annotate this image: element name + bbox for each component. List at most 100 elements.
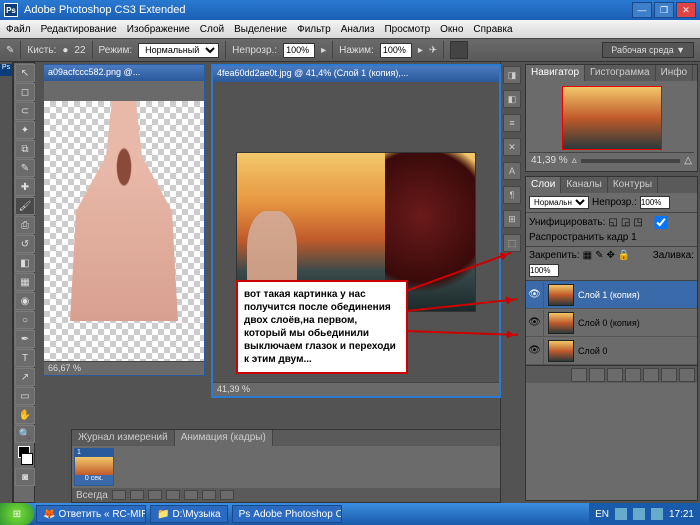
menu-file[interactable]: Файл: [6, 24, 31, 35]
close-button[interactable]: ✕: [676, 2, 696, 18]
menu-edit[interactable]: Редактирование: [41, 24, 117, 35]
flow-input[interactable]: [380, 43, 412, 58]
visibility-icon[interactable]: 👁: [526, 310, 544, 336]
dock-icon-2[interactable]: ◧: [503, 90, 521, 108]
zoom-out-icon[interactable]: ▵: [572, 155, 577, 166]
lock-trans-icon[interactable]: ▦: [583, 250, 592, 261]
tab-measurement-log[interactable]: Журнал измерений: [72, 430, 175, 446]
history-brush-tool[interactable]: ↺: [15, 235, 35, 253]
dock-icon-1[interactable]: ◨: [503, 66, 521, 84]
doc1-title[interactable]: a09acfccc582.png @...: [44, 65, 204, 81]
crop-tool[interactable]: ⧉: [15, 140, 35, 158]
shape-tool[interactable]: ▭: [15, 387, 35, 405]
menu-help[interactable]: Справка: [473, 24, 512, 35]
menu-view[interactable]: Просмотр: [384, 24, 430, 35]
lasso-tool[interactable]: ⊂: [15, 102, 35, 120]
document-window-1[interactable]: a09acfccc582.png @... 66,67 %: [43, 64, 205, 376]
tween-button[interactable]: [184, 490, 198, 500]
doc2-title[interactable]: 4fea60dd2ae0t.jpg @ 41,4% (Слой 1 (копия…: [213, 66, 499, 82]
layer-name[interactable]: Слой 0: [578, 346, 607, 356]
frame-delay[interactable]: 0 сек.: [75, 475, 113, 485]
brush-tool[interactable]: 🖌: [15, 197, 35, 215]
tray-icon[interactable]: [615, 508, 627, 520]
layer-blend-select[interactable]: Нормальный: [529, 196, 589, 209]
layer-mask-button[interactable]: [607, 368, 623, 382]
background-color[interactable]: [21, 453, 33, 465]
layer-group-button[interactable]: [643, 368, 659, 382]
blur-tool[interactable]: ◉: [15, 292, 35, 310]
dock-icon-5[interactable]: A: [503, 162, 521, 180]
lang-indicator[interactable]: EN: [595, 509, 609, 520]
layer-name[interactable]: Слой 0 (копия): [578, 318, 640, 328]
healing-tool[interactable]: ✚: [15, 178, 35, 196]
layer-name[interactable]: Слой 1 (копия): [578, 290, 640, 300]
new-frame-button[interactable]: [202, 490, 216, 500]
menu-window[interactable]: Окно: [440, 24, 463, 35]
tray-icon[interactable]: [633, 508, 645, 520]
zoom-slider[interactable]: [581, 159, 681, 163]
zoom-tool[interactable]: 🔍: [15, 425, 35, 443]
tab-info[interactable]: Инфо: [656, 65, 694, 81]
unify-icon-2[interactable]: ◲: [621, 217, 630, 228]
menu-image[interactable]: Изображение: [127, 24, 190, 35]
animation-frame[interactable]: 1 0 сек.: [74, 448, 114, 486]
dock-icon-7[interactable]: ⊞: [503, 210, 521, 228]
clock[interactable]: 17:21: [669, 509, 694, 520]
link-layers-button[interactable]: [571, 368, 587, 382]
marquee-tool[interactable]: ◻: [15, 83, 35, 101]
path-tool[interactable]: ↗: [15, 368, 35, 386]
tray-icon[interactable]: [651, 508, 663, 520]
quickmask-toggle[interactable]: ◙: [15, 468, 35, 486]
layer-row[interactable]: 👁 Слой 1 (копия): [526, 281, 697, 309]
taskbar-item[interactable]: PsAdobe Photoshop CS...: [232, 505, 342, 523]
stamp-tool[interactable]: ⎙: [15, 216, 35, 234]
unify-icon-3[interactable]: ◳: [633, 217, 642, 228]
taskbar-item[interactable]: 🦊Ответить « RC-MIR....: [36, 505, 146, 523]
layer-style-button[interactable]: [589, 368, 605, 382]
prev-frame-button[interactable]: [130, 490, 144, 500]
opacity-input[interactable]: [283, 43, 315, 58]
dock-icon-4[interactable]: ✕: [503, 138, 521, 156]
doc1-zoom[interactable]: 66,67 %: [44, 361, 204, 375]
brush-preview[interactable]: ●: [62, 45, 68, 56]
wand-tool[interactable]: ✦: [15, 121, 35, 139]
menu-analysis[interactable]: Анализ: [341, 24, 375, 35]
type-tool[interactable]: T: [15, 349, 35, 367]
dock-icon-6[interactable]: ¶: [503, 186, 521, 204]
flow-arrow-icon[interactable]: ▸: [418, 45, 423, 56]
tab-channels[interactable]: Каналы: [561, 177, 608, 193]
brush-tool-icon[interactable]: ✎: [6, 45, 14, 56]
menu-filter[interactable]: Фильтр: [297, 24, 331, 35]
tab-layers[interactable]: Слои: [526, 177, 561, 193]
opacity-arrow-icon[interactable]: ▸: [321, 45, 326, 56]
dock-icon-3[interactable]: ≡: [503, 114, 521, 132]
minimize-button[interactable]: —: [632, 2, 652, 18]
start-button[interactable]: ⊞: [0, 503, 34, 525]
propagate-checkbox[interactable]: [646, 216, 676, 229]
lock-pos-icon[interactable]: ✥: [607, 250, 615, 261]
delete-frame-button[interactable]: [220, 490, 234, 500]
doc2-zoom[interactable]: 41,39 %: [213, 382, 499, 396]
tab-paths[interactable]: Контуры: [608, 177, 658, 193]
lock-pixels-icon[interactable]: ✎: [595, 250, 603, 261]
visibility-icon[interactable]: 👁: [526, 338, 544, 364]
new-layer-button[interactable]: [661, 368, 677, 382]
layer-opacity-input[interactable]: [640, 196, 670, 209]
tab-animation[interactable]: Анимация (кадры): [175, 430, 273, 446]
tab-histogram[interactable]: Гистограмма: [585, 65, 656, 81]
layer-row[interactable]: 👁 Слой 0: [526, 337, 697, 365]
dodge-tool[interactable]: ○: [15, 311, 35, 329]
hand-tool[interactable]: ✋: [15, 406, 35, 424]
workspace-switcher[interactable]: Рабочая среда ▼: [602, 42, 694, 58]
adjustment-layer-button[interactable]: [625, 368, 641, 382]
eraser-tool[interactable]: ◧: [15, 254, 35, 272]
lock-all-icon[interactable]: 🔒: [618, 250, 630, 261]
loop-select[interactable]: Всегда: [76, 490, 108, 501]
layer-row[interactable]: 👁 Слой 0 (копия): [526, 309, 697, 337]
menu-select[interactable]: Выделение: [234, 24, 287, 35]
eyedropper-tool[interactable]: ✎: [15, 159, 35, 177]
menu-layer[interactable]: Слой: [200, 24, 224, 35]
zoom-in-icon[interactable]: △: [684, 155, 692, 166]
airbrush-icon[interactable]: ✈: [429, 45, 437, 56]
blend-mode-select[interactable]: Нормальный: [138, 43, 219, 58]
